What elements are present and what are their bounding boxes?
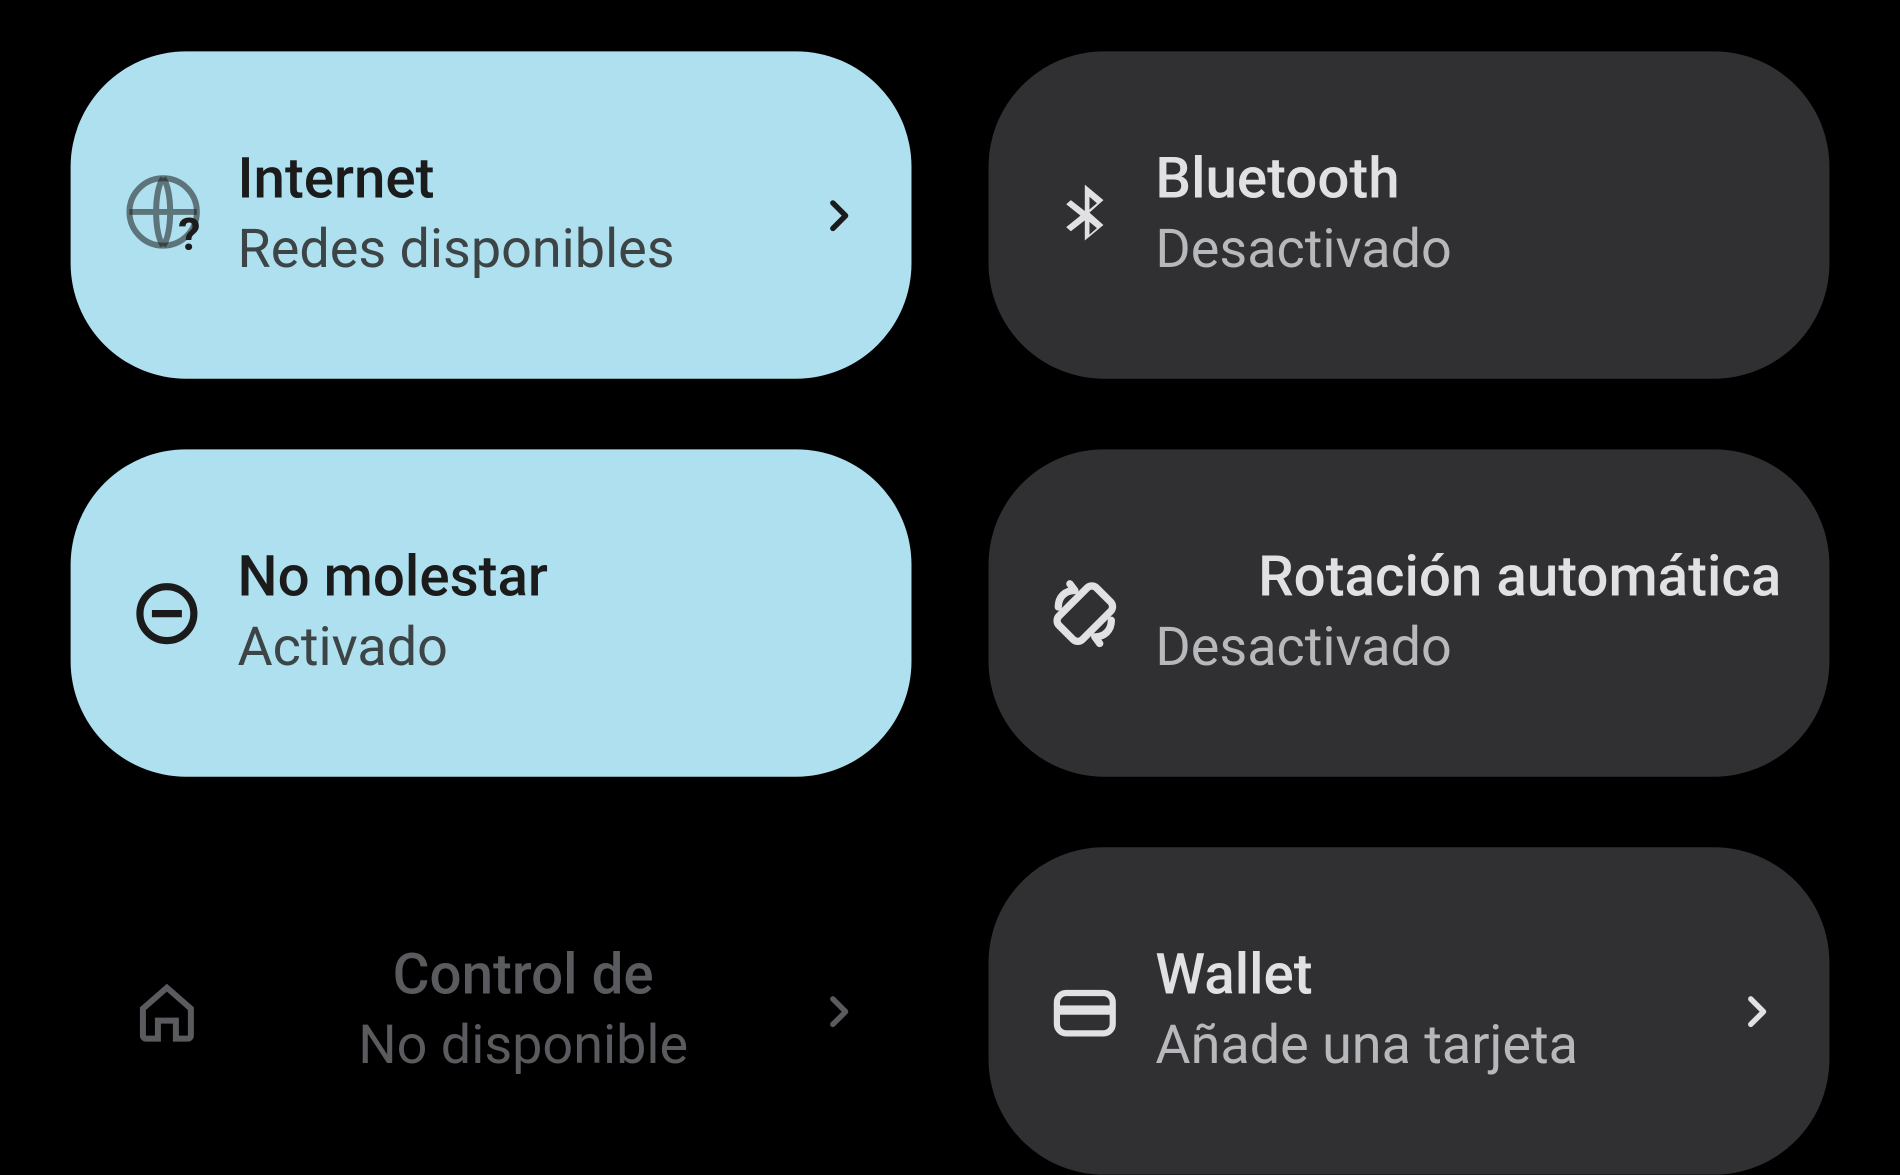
quick-settings-grid: ? Internet Redes disponibles Bluetoot [71, 51, 1830, 1174]
tile-title: Control de [238, 944, 809, 1006]
auto-rotate-icon [1027, 573, 1143, 653]
home-icon [109, 975, 225, 1047]
tile-title: Bluetooth [1155, 148, 1778, 210]
chevron-right-icon[interactable] [809, 193, 860, 237]
tile-text: Control de No disponible [225, 944, 809, 1079]
tile-text: Rotación automática Desactivado [1143, 546, 1778, 681]
wallet-icon [1027, 974, 1143, 1048]
chevron-right-icon[interactable] [809, 989, 860, 1033]
globe-question-icon: ? [109, 170, 225, 260]
tile-do-not-disturb[interactable]: No molestar Activado [71, 449, 912, 776]
do-not-disturb-icon [109, 577, 225, 649]
tile-internet[interactable]: ? Internet Redes disponibles [71, 51, 912, 378]
tile-title: Internet [238, 148, 809, 210]
tile-bluetooth[interactable]: Bluetooth Desactivado [989, 51, 1830, 378]
tile-text: No molestar Activado [225, 546, 860, 681]
tile-auto-rotate[interactable]: Rotación automática Desactivado [989, 449, 1830, 776]
tile-title: Wallet [1155, 944, 1726, 1006]
tile-subtitle: Desactivado [1155, 218, 1778, 283]
tile-subtitle: Activado [238, 616, 861, 681]
tile-wallet[interactable]: Wallet Añade una tarjeta [989, 847, 1830, 1174]
chevron-right-icon[interactable] [1727, 989, 1778, 1033]
tile-home-control[interactable]: Control de No disponible [71, 847, 912, 1174]
tile-title: No molestar [238, 546, 861, 608]
tile-text: Bluetooth Desactivado [1143, 148, 1778, 283]
tile-text: Wallet Añade una tarjeta [1143, 944, 1727, 1079]
tile-text: Internet Redes disponibles [225, 148, 809, 283]
bluetooth-icon [1027, 178, 1143, 252]
svg-text:?: ? [178, 207, 200, 260]
tile-subtitle: Redes disponibles [238, 218, 809, 283]
tile-subtitle: Desactivado [1155, 616, 1778, 681]
tile-title: Rotación automática [1155, 546, 1778, 608]
